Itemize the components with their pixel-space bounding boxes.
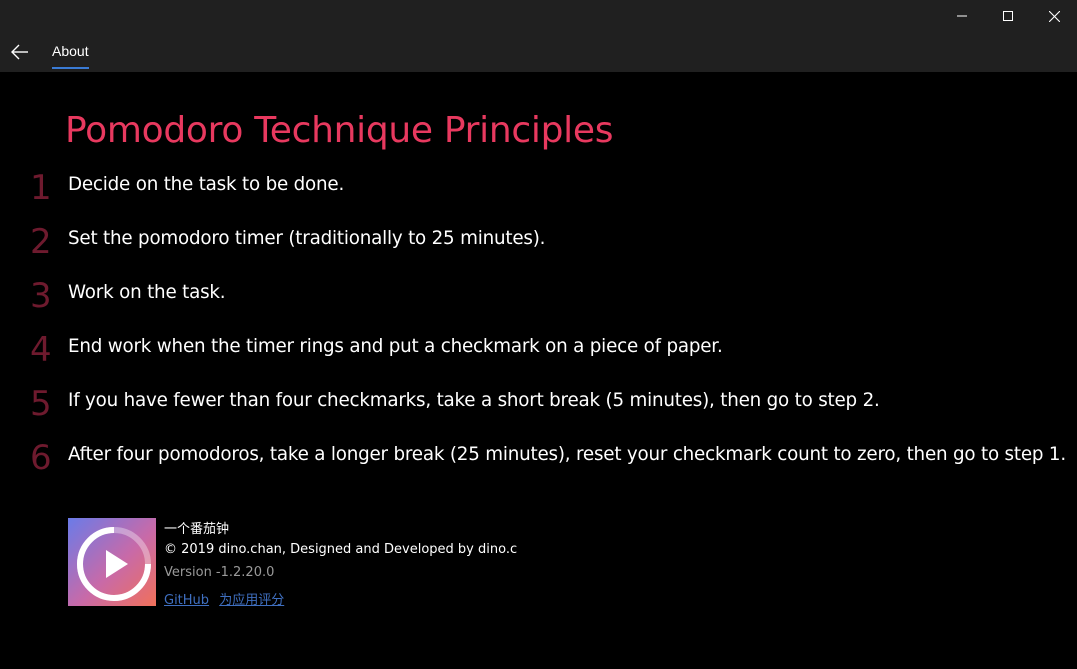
tab-about[interactable]: About	[52, 43, 89, 69]
list-item: 1 Decide on the task to be done.	[0, 166, 1077, 220]
step-number: 2	[30, 222, 52, 262]
step-text: After four pomodoros, take a longer brea…	[68, 444, 1066, 465]
close-button[interactable]	[1031, 0, 1077, 32]
minimize-icon	[957, 15, 967, 17]
app-logo	[68, 518, 156, 606]
list-item: 5 If you have fewer than four checkmarks…	[0, 382, 1077, 436]
maximize-icon	[1003, 11, 1013, 21]
step-number: 4	[30, 330, 52, 370]
list-item: 4 End work when the timer rings and put …	[0, 328, 1077, 382]
step-number: 3	[30, 276, 52, 316]
step-number: 6	[30, 438, 52, 478]
list-item: 3 Work on the task.	[0, 274, 1077, 328]
step-number: 1	[30, 168, 52, 208]
list-item: 2 Set the pomodoro timer (traditionally …	[0, 220, 1077, 274]
step-text: If you have fewer than four checkmarks, …	[68, 390, 880, 411]
window-controls	[939, 0, 1077, 32]
page-title: Pomodoro Technique Principles	[65, 110, 614, 151]
close-icon	[1048, 10, 1060, 22]
version-text: Version -1.2.20.0	[164, 565, 275, 580]
tab-about-label: About	[52, 43, 89, 59]
step-text: Decide on the task to be done.	[68, 174, 345, 195]
rate-app-link[interactable]: 为应用评分	[219, 593, 284, 608]
back-arrow-icon	[11, 44, 28, 60]
back-button[interactable]	[4, 36, 36, 68]
copyright-text: © 2019 dino.chan, Designed and Developed…	[164, 542, 518, 557]
play-icon	[77, 527, 151, 601]
maximize-button[interactable]	[985, 0, 1031, 32]
app-links: GitHub 为应用评分	[164, 589, 290, 608]
step-text: Set the pomodoro timer (traditionally to…	[68, 228, 546, 249]
app-name: 一个番茄钟	[164, 522, 230, 537]
minimize-button[interactable]	[939, 0, 985, 32]
step-number: 5	[30, 384, 52, 424]
tab-selected-indicator	[52, 67, 89, 69]
list-item: 6 After four pomodoros, take a longer br…	[0, 436, 1077, 490]
step-text: Work on the task.	[68, 282, 226, 303]
github-link[interactable]: GitHub	[164, 593, 209, 608]
title-bar: About	[0, 0, 1077, 72]
step-text: End work when the timer rings and put a …	[68, 336, 723, 357]
